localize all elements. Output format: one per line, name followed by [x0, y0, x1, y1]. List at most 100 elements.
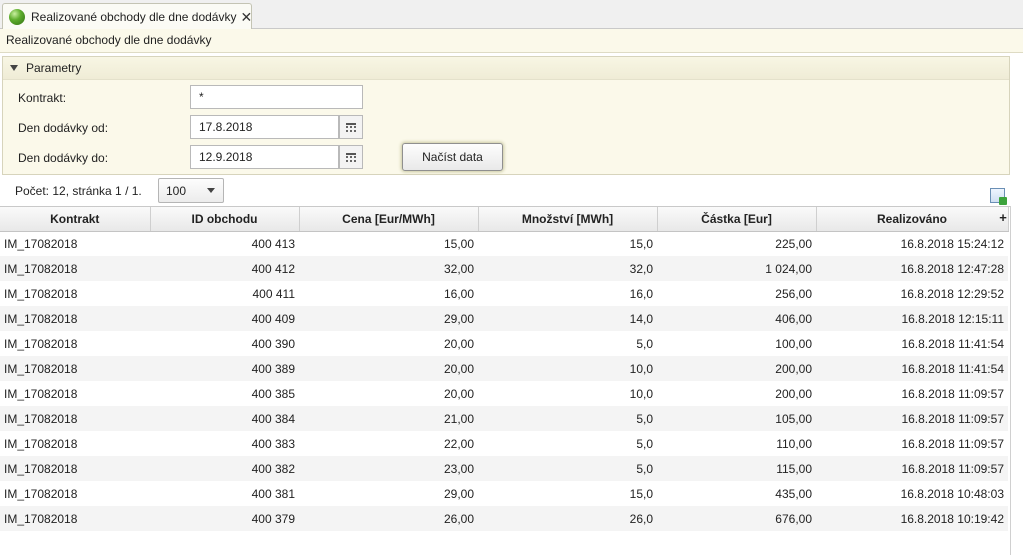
table-cell: IM_17082018 [0, 306, 150, 331]
table-cell: 16.8.2018 11:41:54 [901, 336, 1004, 351]
table-row[interactable]: IM_17082018 400 383 22,00 5,0 110,00 16.8.201… [0, 431, 1008, 456]
table-cell: 400 382 [150, 456, 299, 481]
table-cell: IM_17082018 [0, 256, 150, 281]
column-header-realized[interactable]: Realizováno [816, 207, 1009, 232]
table-cell: 14,0 [478, 306, 657, 331]
table-cell: 1 024,00 [657, 256, 816, 281]
page-size-select[interactable]: 100 [158, 178, 224, 203]
table-row[interactable]: IM_17082018 400 384 21,00 5,0 105,00 16.8.201… [0, 406, 1008, 431]
table-cell: 676,00 [657, 506, 816, 531]
grid-scroll-area [1010, 206, 1023, 555]
table-cell: 15,0 [629, 486, 653, 501]
table-cell: 32,00 [299, 256, 478, 281]
tab-realized-trades[interactable]: Realizované obchody dle dne dodávky ✕ [2, 3, 252, 29]
table-cell: 16.8.2018 11:41:54 [816, 356, 1008, 381]
table-cell: 400 379 [150, 506, 299, 531]
table-cell: 21,00 [299, 406, 478, 431]
collapse-arrow-icon[interactable] [10, 65, 18, 71]
delivery-from-label: Den dodávky od: [18, 121, 109, 135]
table-row[interactable]: IM_17082018 400 409 29,00 14,0 406,00 16.8.20… [0, 306, 1008, 331]
table-cell: 105,00 [657, 406, 816, 431]
column-header-price[interactable]: Cena [Eur/MWh] [299, 207, 479, 232]
page-title: Realizované obchody dle dne dodávky [0, 29, 1023, 53]
table-cell: 29,00 [299, 306, 478, 331]
table-cell: IM_17082018 [0, 406, 150, 431]
table-row[interactable]: IM_17082018 400 385 20,00 10,0 200,00 16.8.20… [0, 381, 1008, 406]
table-cell: 200,00 [657, 356, 816, 381]
record-count: Počet: 12, stránka 1 / 1. [15, 184, 142, 198]
table-cell: 15,00 [443, 236, 474, 251]
table-cell: IM_17082018 [4, 436, 78, 451]
table-cell: 26,0 [478, 506, 657, 531]
table-row[interactable]: IM_17082018 400 379 26,00 26,0 676,00 16.8.20… [0, 506, 1008, 531]
column-header-amount[interactable]: Částka [Eur] [657, 207, 817, 232]
status-ball-icon [9, 8, 25, 25]
table-cell: 10,0 [629, 386, 653, 401]
delivery-to-input[interactable] [190, 145, 339, 169]
load-data-button[interactable]: Načíst data [402, 143, 503, 171]
table-row[interactable]: IM_17082018 400 413 15,00 15,0 225,00 16.8.20… [0, 231, 1008, 256]
table-row[interactable]: IM_17082018 400 382 23,00 5,0 115,00 16.8.201… [0, 456, 1008, 481]
table-cell: 16.8.2018 12:29:52 [900, 286, 1004, 301]
table-cell: 26,00 [299, 506, 478, 531]
table-cell: 435,00 [775, 486, 812, 501]
export-icon[interactable] [990, 188, 1007, 205]
page-size-value: 100 [166, 183, 187, 198]
table-cell: 400 384 [150, 406, 299, 431]
table-cell: 200,00 [775, 386, 812, 401]
table-cell: IM_17082018 [0, 506, 150, 531]
column-header-trade-id[interactable]: ID obchodu [150, 207, 300, 232]
calendar-to-button[interactable] [339, 145, 363, 169]
table-row[interactable]: IM_17082018 400 389 20,00 10,0 200,00 16.8.20… [0, 356, 1008, 381]
add-column-icon[interactable]: + [996, 207, 1010, 231]
table-cell: 5,0 [636, 436, 653, 451]
table-cell: 16.8.2018 12:47:28 [816, 256, 1008, 281]
table-row[interactable]: IM_17082018 400 381 29,00 15,0 435,00 16.8.20… [0, 481, 1008, 506]
table-cell: 20,00 [443, 386, 474, 401]
table-row[interactable]: IM_17082018 400 412 32,00 32,0 1 024,00 16.8.… [0, 256, 1008, 281]
table-cell: 16,00 [443, 286, 474, 301]
column-header-quantity[interactable]: Množství [MWh] [478, 207, 658, 232]
table-cell: 400 383 [251, 436, 295, 451]
delivery-to-label: Den dodávky do: [18, 151, 109, 165]
table-cell: 5,0 [636, 336, 653, 351]
table-cell: IM_17082018 [4, 386, 78, 401]
table-cell: 16.8.2018 12:15:11 [816, 306, 1008, 331]
calendar-from-button[interactable] [339, 115, 363, 139]
table-cell: 16,0 [629, 286, 653, 301]
table-cell: 400 381 [251, 486, 295, 501]
table-cell: 20,00 [443, 336, 474, 351]
parameters-header-label: Parametry [26, 61, 82, 75]
table-cell: 400 413 [251, 236, 295, 251]
table-cell: 5,0 [478, 456, 657, 481]
table-cell: 400 390 [251, 336, 295, 351]
table-cell: IM_17082018 [4, 286, 78, 301]
table-cell: 110,00 [776, 436, 812, 451]
table-cell: 400 409 [150, 306, 299, 331]
parameters-header[interactable]: Parametry [3, 57, 1009, 80]
table-cell: 400 389 [150, 356, 299, 381]
table-cell: 16.8.2018 15:24:12 [900, 236, 1004, 251]
table-cell: 29,00 [443, 486, 474, 501]
table-cell: 400 412 [150, 256, 299, 281]
table-header-row: Kontrakt ID obchodu Cena [Eur/MWh] Množs… [0, 207, 1009, 232]
table-cell: 400 385 [251, 386, 295, 401]
table-cell: 400 411 [252, 286, 296, 301]
table-cell: IM_17082018 [4, 236, 78, 251]
table-row[interactable]: IM_17082018 400 411 16,00 16,0 256,00 16.8.20… [0, 281, 1008, 306]
table-row[interactable]: IM_17082018 400 390 20,00 5,0 100,00 16.8.201… [0, 331, 1008, 356]
tab-title: Realizované obchody dle dne dodávky [31, 9, 237, 24]
delivery-from-input[interactable] [190, 115, 339, 139]
table-cell: 23,00 [299, 456, 478, 481]
contract-input[interactable] [190, 85, 363, 109]
table-cell: 16.8.2018 11:09:57 [901, 436, 1004, 451]
close-icon[interactable]: ✕ [240, 10, 252, 24]
contract-label: Kontrakt: [18, 91, 67, 105]
results-grid: Kontrakt ID obchodu Cena [Eur/MWh] Množs… [0, 206, 1010, 555]
column-header-contract[interactable]: Kontrakt [0, 207, 151, 232]
table-cell: 32,0 [478, 256, 657, 281]
tab-bar: Realizované obchody dle dne dodávky ✕ [0, 0, 1023, 29]
table-cell: 115,00 [657, 456, 816, 481]
chevron-down-icon [207, 188, 215, 193]
table-cell: IM_17082018 [0, 456, 150, 481]
